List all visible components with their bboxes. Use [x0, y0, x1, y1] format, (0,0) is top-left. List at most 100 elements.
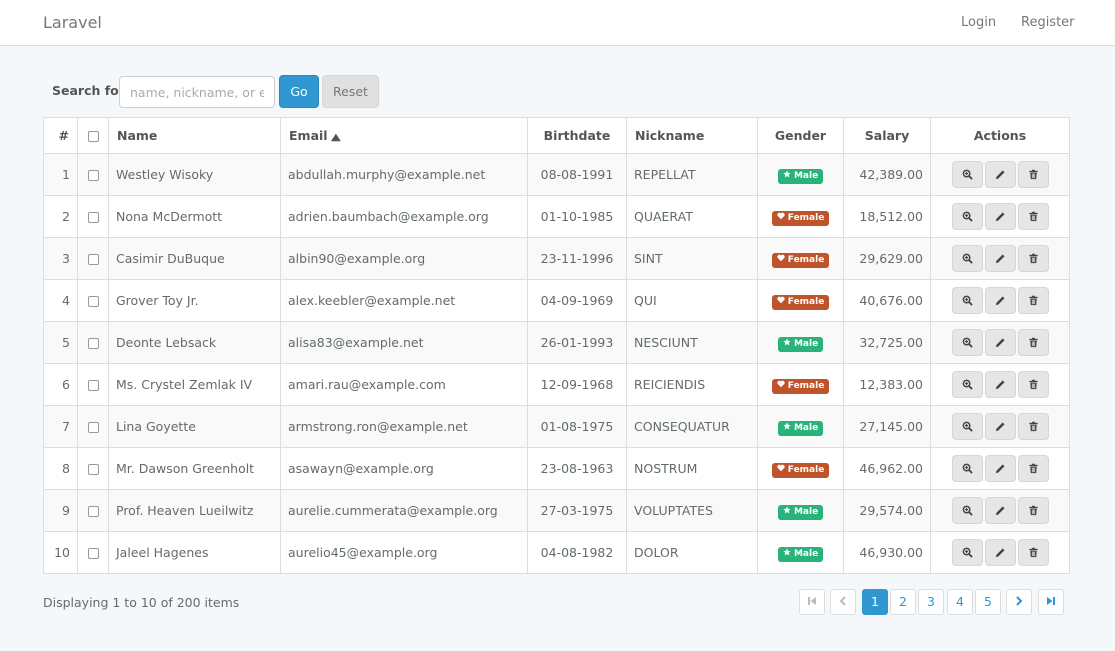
edit-button[interactable] — [984, 329, 1016, 356]
search-input[interactable] — [119, 76, 275, 108]
view-button[interactable] — [951, 497, 983, 524]
row-gender-cell: Female — [757, 279, 844, 322]
row-select-cell — [77, 237, 109, 280]
delete-button[interactable] — [1017, 455, 1049, 482]
view-button[interactable] — [951, 329, 983, 356]
page-4-button[interactable]: 4 — [947, 589, 973, 615]
row-checkbox[interactable] — [87, 254, 99, 265]
select-all-checkbox[interactable] — [87, 131, 99, 142]
delete-button[interactable] — [1017, 497, 1049, 524]
heart-icon — [777, 296, 785, 303]
row-email: albin90@example.org — [280, 237, 528, 280]
page-3-button[interactable]: 3 — [918, 589, 944, 615]
view-button[interactable] — [951, 161, 983, 188]
column-header-name-label: Name — [117, 128, 158, 143]
column-header-nickname[interactable]: Nickname — [626, 117, 758, 154]
zoom-in-icon — [962, 337, 973, 348]
row-checkbox[interactable] — [87, 548, 99, 559]
row-select-cell — [77, 195, 109, 238]
next-page-button[interactable] — [1006, 589, 1032, 615]
row-salary: 29,574.00 — [843, 489, 931, 532]
row-gender-cell: Female — [757, 363, 844, 406]
row-checkbox[interactable] — [87, 338, 99, 349]
row-salary: 42,389.00 — [843, 153, 931, 196]
row-checkbox[interactable] — [87, 422, 99, 433]
first-page-button[interactable] — [799, 589, 825, 615]
gender-badge: Female — [771, 378, 830, 394]
delete-button[interactable] — [1017, 287, 1049, 314]
row-nickname: REPELLAT — [626, 153, 758, 196]
view-button[interactable] — [951, 287, 983, 314]
delete-button[interactable] — [1017, 203, 1049, 230]
column-header-number: # — [43, 117, 78, 154]
gender-label: Male — [793, 506, 819, 517]
row-email: armstrong.ron@example.net — [280, 405, 528, 448]
register-link[interactable]: Register — [1021, 15, 1075, 30]
edit-button[interactable] — [984, 497, 1016, 524]
view-button[interactable] — [951, 455, 983, 482]
heart-icon — [777, 380, 785, 387]
delete-button[interactable] — [1017, 371, 1049, 398]
edit-button[interactable] — [984, 371, 1016, 398]
delete-button[interactable] — [1017, 245, 1049, 272]
row-checkbox[interactable] — [87, 296, 99, 307]
row-birthdate: 04-08-1982 — [527, 531, 627, 574]
edit-button[interactable] — [984, 413, 1016, 440]
column-header-gender[interactable]: Gender — [757, 117, 844, 154]
row-checkbox[interactable] — [87, 506, 99, 517]
view-button[interactable] — [951, 245, 983, 272]
edit-button[interactable] — [984, 287, 1016, 314]
edit-button[interactable] — [984, 455, 1016, 482]
column-header-birthdate[interactable]: Birthdate — [527, 117, 627, 154]
last-page-button[interactable] — [1038, 589, 1064, 615]
column-header-name[interactable]: Name — [108, 117, 281, 154]
column-header-gender-label: Gender — [774, 128, 827, 143]
view-button[interactable] — [951, 539, 983, 566]
gender-badge: Female — [771, 252, 830, 268]
page-1-button[interactable]: 1 — [862, 589, 888, 615]
row-checkbox[interactable] — [87, 170, 99, 181]
edit-button[interactable] — [984, 161, 1016, 188]
pagination-summary: Displaying 1 to 10 of 200 items — [43, 595, 240, 610]
previous-page-button[interactable] — [830, 589, 856, 615]
table-row: 10 Jaleel Hagenes aurelio45@example.org 04-… — [43, 531, 1070, 574]
gender-badge: Male — [777, 546, 824, 562]
row-gender-cell: Male — [757, 153, 844, 196]
star-icon — [783, 547, 791, 555]
pencil-icon — [995, 464, 1005, 474]
row-nickname: SINT — [626, 237, 758, 280]
delete-button[interactable] — [1017, 329, 1049, 356]
column-header-email[interactable]: Email ▲ — [280, 117, 528, 154]
row-checkbox[interactable] — [87, 464, 99, 475]
delete-button[interactable] — [1017, 539, 1049, 566]
pencil-icon — [995, 380, 1005, 390]
login-link[interactable]: Login — [961, 15, 996, 30]
row-birthdate: 08-08-1991 — [527, 153, 627, 196]
row-name: Mr. Dawson Greenholt — [108, 447, 281, 490]
row-actions — [930, 363, 1070, 406]
row-name: Nona McDermott — [108, 195, 281, 238]
row-checkbox[interactable] — [87, 212, 99, 223]
delete-button[interactable] — [1017, 161, 1049, 188]
page-2-button[interactable]: 2 — [890, 589, 916, 615]
column-header-salary[interactable]: Salary — [843, 117, 931, 154]
edit-button[interactable] — [984, 245, 1016, 272]
row-checkbox[interactable] — [87, 380, 99, 391]
pencil-icon — [995, 506, 1005, 516]
edit-button[interactable] — [984, 539, 1016, 566]
row-gender-cell: Male — [757, 405, 844, 448]
delete-button[interactable] — [1017, 413, 1049, 440]
star-icon — [783, 505, 791, 513]
view-button[interactable] — [951, 203, 983, 230]
reset-button[interactable]: Reset — [322, 75, 379, 108]
view-button[interactable] — [951, 371, 983, 398]
pencil-icon — [995, 422, 1005, 432]
gender-badge: Female — [771, 294, 830, 310]
view-button[interactable] — [951, 413, 983, 440]
go-button[interactable]: Go — [279, 75, 319, 108]
gender-badge: Male — [777, 504, 824, 520]
page-5-button[interactable]: 5 — [975, 589, 1001, 615]
navbar-brand[interactable]: Laravel — [43, 13, 102, 32]
edit-button[interactable] — [984, 203, 1016, 230]
row-name: Grover Toy Jr. — [108, 279, 281, 322]
